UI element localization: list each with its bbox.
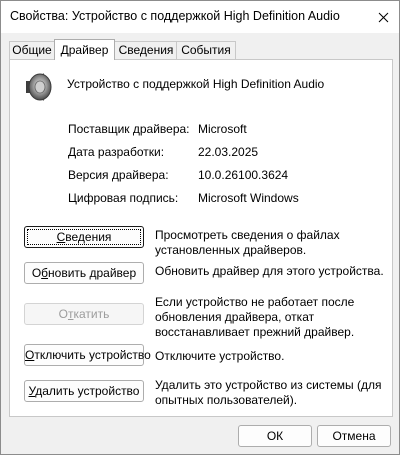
button-label: О [58,307,68,321]
ok-button[interactable]: ОК [238,425,312,447]
button-label: новить драйвер [48,266,137,280]
driver-details-button[interactable]: Сведения [24,226,144,248]
tab-events[interactable]: События [176,41,236,59]
version-value: 10.0.26100.3624 [198,168,289,182]
access-key: С [56,230,66,244]
provider-value: Microsoft [198,122,247,136]
version-label: Версия драйвера: [68,168,169,182]
properties-window: Свойства: Устройство с поддержкой High D… [0,0,400,455]
close-icon [378,12,388,22]
window-title: Свойства: Устройство с поддержкой High D… [10,9,340,23]
disable-device-button[interactable]: Отключить устройство [24,344,151,366]
speaker-icon [24,71,54,106]
signer-label: Цифровая подпись: [68,191,179,205]
button-label: катить [73,307,110,321]
uninstall-device-button[interactable]: Удалить устройство [24,380,144,402]
provider-label: Поставщик драйвера: [68,122,190,136]
date-value: 22.03.2025 [198,145,259,159]
driver-details-description: Просмотреть сведения о файлах установлен… [155,228,340,257]
update-driver-button[interactable]: Обновить драйвер [24,262,144,284]
tab-driver[interactable]: Драйвер [54,39,115,60]
rollback-driver-description: Если устройство не работает после обновл… [155,295,355,339]
rollback-driver-button[interactable]: Откатить [24,303,144,325]
tab-general[interactable]: Общие [9,41,55,59]
tab-details[interactable]: Сведения [114,41,178,59]
driver-panel: Устройство с поддержкой High Definition … [9,59,393,417]
button-label: ведения [65,230,112,244]
device-name: Устройство с поддержкой High Definition … [67,77,325,91]
signer-value: Microsoft Windows [198,191,299,205]
button-label: тключить устройство [34,348,151,362]
uninstall-device-description: Удалить это устройство из системы (для о… [155,378,382,407]
button-label: О [31,266,42,280]
update-driver-description: Обновить драйвер для этого устройства. [155,264,384,278]
cancel-button[interactable]: Отмена [317,425,391,447]
title-bar: Свойства: Устройство с поддержкой High D… [1,1,399,33]
close-button[interactable] [367,1,399,33]
disable-device-description: Отключите устройство. [155,349,285,363]
button-label: далить устройство [35,384,140,398]
access-key: О [25,348,35,362]
date-label: Дата разработки: [68,145,165,159]
